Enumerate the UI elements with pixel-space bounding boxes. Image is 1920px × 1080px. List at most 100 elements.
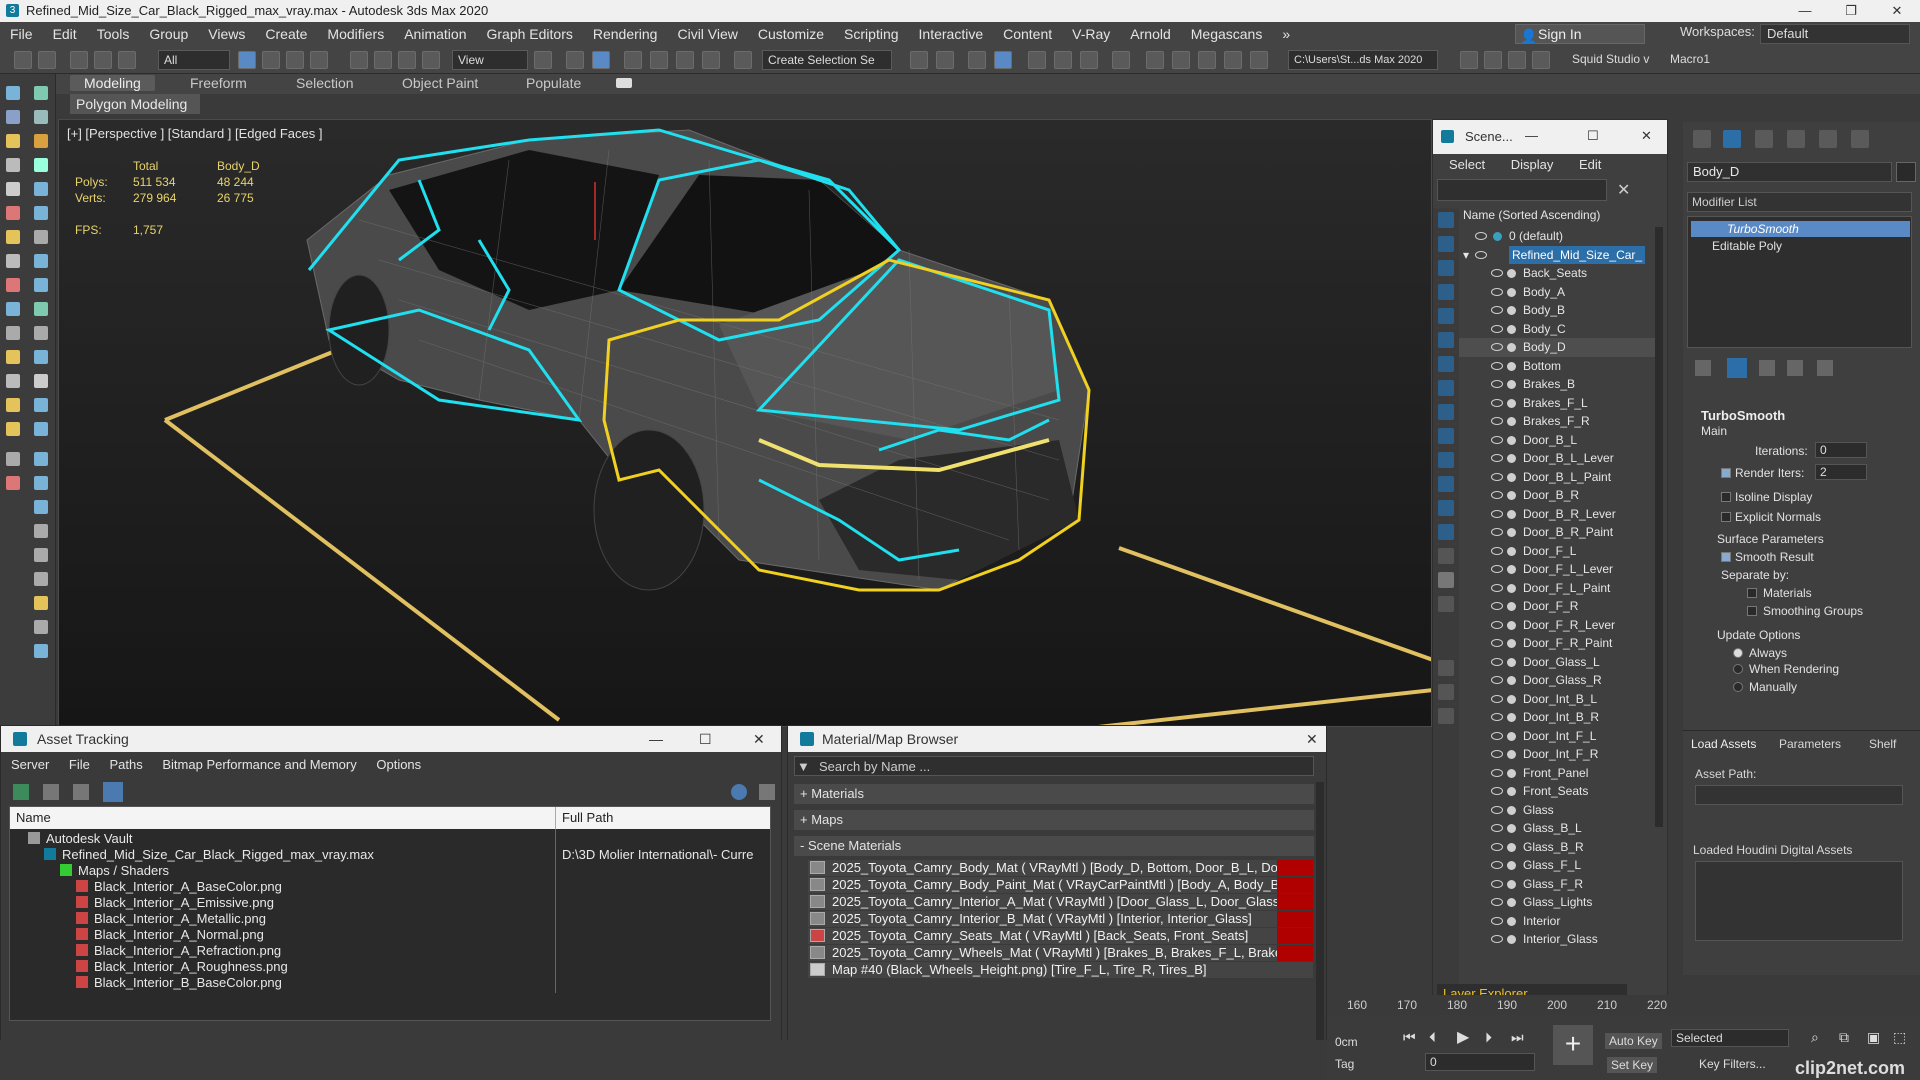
menu-group[interactable]: Group — [139, 22, 198, 46]
hierarchy-icon[interactable] — [34, 182, 48, 196]
scene-row[interactable]: ▾ Refined_Mid_Size_Car_ — [1459, 245, 1655, 265]
rotate-view-icon[interactable] — [34, 398, 48, 412]
visibility-eye-icon[interactable] — [1491, 528, 1503, 536]
scene-row[interactable]: Door_F_R — [1459, 597, 1655, 616]
paint-deform-icon[interactable] — [6, 254, 20, 268]
current-frame-field[interactable]: 0 — [1425, 1053, 1535, 1071]
section-materials[interactable]: + Materials — [794, 784, 1314, 804]
pivot-center-icon[interactable] — [534, 51, 552, 69]
pin-stack-icon[interactable] — [1695, 360, 1711, 376]
clear-search-icon[interactable]: ✕ — [1617, 180, 1630, 200]
remove-modifier-icon[interactable] — [1787, 360, 1803, 376]
scene-row[interactable]: Front_Panel — [1459, 764, 1655, 783]
renderable-dot-icon[interactable] — [1507, 787, 1516, 796]
zoom-extents-icon[interactable]: ▣ — [1867, 1029, 1880, 1046]
cylinder-icon[interactable] — [34, 302, 48, 316]
renderable-dot-icon[interactable] — [1507, 324, 1516, 334]
visibility-eye-icon[interactable] — [1491, 361, 1503, 370]
always-radio[interactable] — [1733, 648, 1743, 658]
auto-key-button[interactable]: Auto Key — [1605, 1033, 1662, 1049]
renderable-dot-icon[interactable] — [1507, 509, 1516, 519]
filter-geometry-icon[interactable] — [1438, 260, 1454, 276]
menu-file[interactable]: File — [0, 22, 43, 46]
material-scrollbar[interactable] — [1316, 782, 1324, 1062]
select-object-icon[interactable] — [238, 51, 256, 69]
material-editor-icon[interactable] — [1112, 51, 1130, 69]
scene-row[interactable]: Front_Seats — [1459, 782, 1655, 801]
next-frame-icon[interactable]: ⏵ — [1485, 1029, 1492, 1046]
visibility-eye-icon[interactable] — [1491, 731, 1503, 740]
save-project-icon[interactable] — [1508, 51, 1526, 69]
scene-row[interactable]: Glass_B_L — [1459, 819, 1655, 838]
stack-item-turbosmooth[interactable]: TurboSmooth — [1691, 221, 1910, 237]
material-row[interactable]: 2025_Toyota_Camry_Seats_Mat ( VRayMtl ) … — [808, 928, 1313, 944]
asset-row[interactable]: Black_Interior_B_BaseColor.png — [10, 973, 770, 993]
renderable-dot-icon[interactable] — [1507, 639, 1516, 648]
iterations-spinner[interactable]: 0 — [1815, 442, 1867, 458]
select-manipulate-icon[interactable] — [566, 51, 584, 69]
rotate-icon[interactable] — [374, 51, 392, 69]
tab-load-assets[interactable]: Load Assets — [1691, 737, 1756, 751]
scene-row[interactable]: Glass_F_R — [1459, 875, 1655, 894]
object-name-field[interactable]: Body_D — [1687, 162, 1892, 182]
graphite-icon[interactable] — [34, 230, 48, 244]
menu-content[interactable]: Content — [993, 22, 1062, 46]
bone-icon[interactable] — [6, 476, 20, 490]
mirror-icon[interactable] — [910, 51, 928, 69]
column-full-path[interactable]: Full Path — [555, 807, 613, 829]
menu-options[interactable]: Options — [376, 757, 421, 772]
menu-rendering[interactable]: Rendering — [583, 22, 668, 46]
menu-edit[interactable]: Edit — [1579, 157, 1601, 172]
renderable-dot-icon[interactable] — [1507, 380, 1516, 389]
studio-label[interactable]: Squid Studio v — [1572, 52, 1649, 66]
funnel-icon[interactable] — [1438, 684, 1454, 700]
menu-v-ray[interactable]: V-Ray — [1062, 22, 1120, 46]
minimize-icon[interactable]: — — [1525, 128, 1538, 143]
filter-helpers-icon[interactable] — [1438, 356, 1454, 372]
tab-parameters[interactable]: Parameters — [1779, 737, 1841, 751]
box-icon[interactable] — [6, 302, 20, 316]
motion-tab-icon[interactable] — [1787, 130, 1805, 148]
info-icon[interactable] — [34, 644, 48, 658]
light-omni-icon[interactable] — [6, 350, 20, 364]
macro-label[interactable]: Macro1 — [1670, 52, 1710, 66]
visibility-eye-icon[interactable] — [1475, 250, 1487, 259]
renderable-dot-icon[interactable] — [1507, 768, 1516, 778]
display-icon[interactable] — [34, 206, 48, 220]
geometry-icon[interactable] — [6, 110, 20, 124]
keyboard-shortcut-override-icon[interactable] — [592, 51, 610, 69]
section-maps[interactable]: + Maps — [794, 810, 1314, 830]
scene-row[interactable]: Door_B_L_Paint — [1459, 468, 1655, 487]
align-icon[interactable] — [936, 51, 954, 69]
renderable-dot-icon[interactable] — [1507, 361, 1516, 371]
menu-select[interactable]: Select — [1449, 157, 1485, 172]
visibility-eye-icon[interactable] — [1491, 620, 1503, 629]
sphere-icon[interactable] — [34, 254, 48, 268]
scene-row[interactable]: Door_F_L_Paint — [1459, 579, 1655, 598]
ribbon-tab-object-paint[interactable]: Object Paint — [402, 75, 478, 91]
scene-scrollbar[interactable] — [1655, 227, 1663, 827]
scene-column-header[interactable]: Name (Sorted Ascending) — [1463, 208, 1600, 222]
explicit-normals-checkbox[interactable] — [1721, 512, 1731, 522]
filter-xrefs-icon[interactable] — [1438, 428, 1454, 444]
menu-file[interactable]: File — [69, 757, 90, 772]
menu-interactive[interactable]: Interactive — [909, 22, 994, 46]
visibility-eye-icon[interactable] — [1491, 639, 1503, 647]
renderable-dot-icon[interactable] — [1507, 861, 1516, 870]
visibility-eye-icon[interactable] — [1491, 805, 1503, 814]
when-rendering-radio[interactable] — [1733, 664, 1743, 674]
visibility-eye-icon[interactable] — [1491, 417, 1503, 425]
sync-icon[interactable] — [1438, 708, 1454, 724]
open-project-icon[interactable] — [1484, 51, 1502, 69]
unlink-icon[interactable] — [94, 51, 112, 69]
renderable-dot-icon[interactable] — [1507, 750, 1516, 759]
filter-hidden-icon[interactable] — [1438, 524, 1454, 540]
ribbon-tab-populate[interactable]: Populate — [526, 75, 581, 91]
bind-space-warp-icon[interactable] — [118, 51, 136, 69]
visibility-eye-icon[interactable] — [1491, 324, 1503, 333]
scene-row[interactable]: Brakes_F_L — [1459, 394, 1655, 413]
renderable-dot-icon[interactable] — [1507, 824, 1516, 833]
scene-row[interactable]: Door_B_R_Lever — [1459, 505, 1655, 524]
visibility-eye-icon[interactable] — [1491, 491, 1503, 499]
lights-icon[interactable] — [6, 134, 20, 148]
